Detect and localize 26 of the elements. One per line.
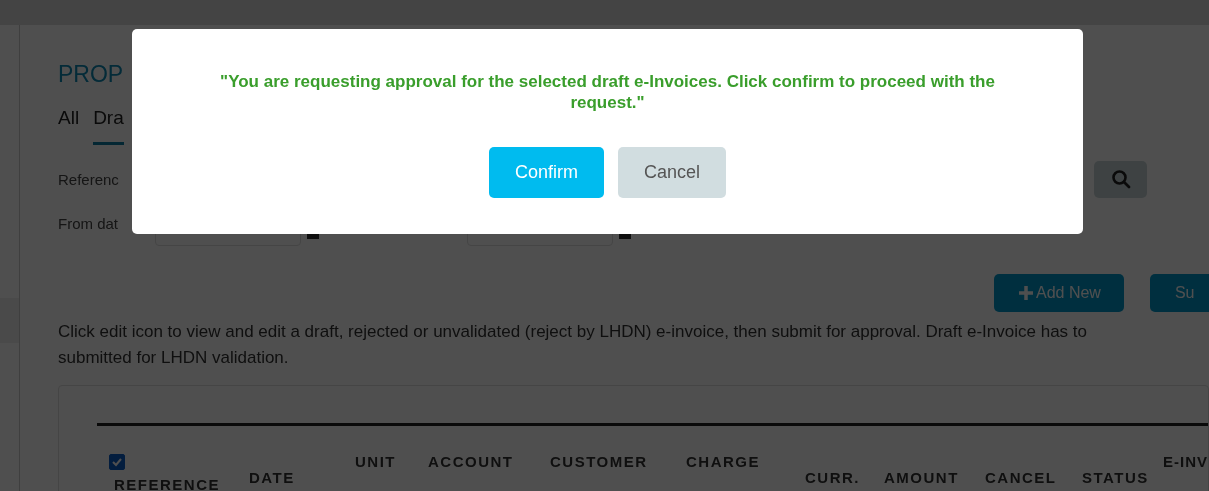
tab[interactable]: All bbox=[58, 105, 80, 145]
search-icon bbox=[1110, 169, 1131, 189]
column-header: DATE bbox=[249, 469, 295, 486]
instruction-text: Click edit icon to view and edit a draft, rejected or unvalidated (reject by LHDN) e-invoice, then submit for approval. Draft e-Invoice has to submitted for LHDN validation. bbox=[58, 321, 1088, 369]
add-new-button[interactable]: Add New bbox=[994, 274, 1124, 312]
column-header: STATUS bbox=[1082, 469, 1149, 486]
dialog-message: "You are requesting approval for the selected draft e-Invoices. Click confirm to proceed with the request." bbox=[219, 71, 996, 113]
submit-button[interactable]: Su bbox=[1149, 274, 1209, 312]
search-button[interactable] bbox=[1094, 160, 1147, 198]
field-label: Referenc bbox=[58, 170, 120, 188]
column-header: CURR. bbox=[805, 469, 860, 486]
column-header: AMOUNT bbox=[884, 469, 959, 486]
column-header: REFERENCE bbox=[114, 476, 220, 491]
cancel-button[interactable]: Cancel bbox=[618, 147, 726, 198]
column-header: CANCEL bbox=[985, 469, 1057, 486]
field-label: From dat bbox=[58, 214, 119, 232]
page-title: PROP bbox=[58, 61, 124, 87]
confirm-button[interactable]: Confirm bbox=[489, 147, 604, 198]
column-header: E-INV bbox=[1163, 453, 1208, 470]
column-header: CUSTOMER bbox=[550, 453, 648, 470]
plus-icon bbox=[1019, 286, 1033, 300]
column-header: ACCOUNT bbox=[428, 453, 514, 470]
tab[interactable]: Dra bbox=[93, 105, 124, 145]
column-header: UNIT bbox=[355, 453, 396, 470]
select-all-checkbox[interactable] bbox=[109, 454, 125, 470]
column-header: CHARGE bbox=[686, 453, 760, 470]
